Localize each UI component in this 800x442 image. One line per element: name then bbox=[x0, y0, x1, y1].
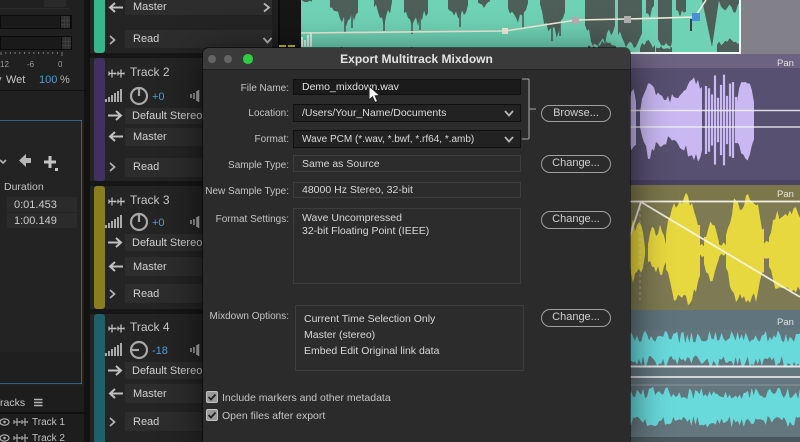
svg-text:-18: -18 bbox=[152, 345, 168, 357]
